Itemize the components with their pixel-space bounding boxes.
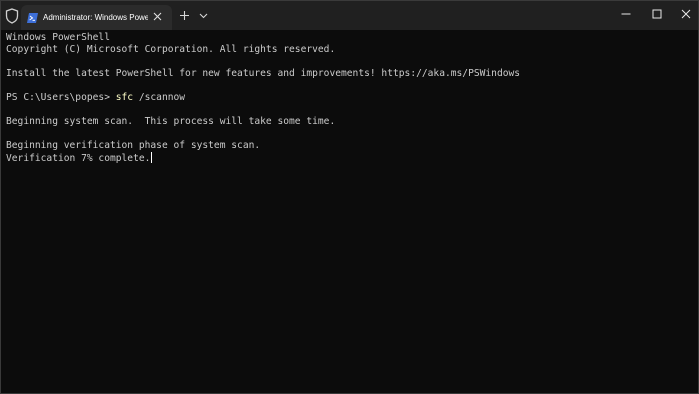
terminal-output[interactable]: Windows PowerShell Copyright (C) Microso… (1, 30, 698, 393)
output-line: Install the latest PowerShell for new fe… (6, 68, 521, 79)
command-line: PS C:\Users\popes> sfc /scannow (6, 92, 698, 104)
output-line: Beginning system scan. This process will… (6, 116, 336, 127)
terminal-window: Administrator: Windows PowerShell (0, 0, 699, 394)
plus-icon[interactable] (179, 10, 190, 21)
maximize-icon (652, 9, 661, 18)
output-line: Beginning verification phase of system s… (6, 140, 261, 151)
command: sfc (115, 92, 134, 103)
close-window-button[interactable] (671, 1, 698, 26)
close-icon[interactable] (153, 12, 162, 21)
prompt: PS C:\Users\popes> (6, 92, 116, 103)
output-line: Copyright (C) Microsoft Corporation. All… (6, 44, 336, 55)
output-line: Windows PowerShell (6, 32, 110, 43)
chevron-down-icon[interactable] (199, 12, 208, 19)
tab-powershell[interactable]: Administrator: Windows PowerShell (21, 5, 172, 30)
tab-title: Administrator: Windows PowerShell (43, 13, 148, 22)
title-bar[interactable]: Administrator: Windows PowerShell (1, 1, 698, 30)
progress-text: Verification 7% complete. (6, 153, 151, 164)
command-args: /scannow (133, 92, 186, 103)
admin-shield-icon (5, 8, 19, 24)
minimize-button[interactable] (611, 1, 640, 26)
maximize-button[interactable] (642, 1, 671, 26)
window-close-icon (681, 9, 690, 18)
progress-line: Verification 7% complete. (6, 152, 698, 164)
text-cursor (151, 152, 153, 163)
minimize-icon (621, 13, 630, 14)
powershell-icon (27, 12, 38, 23)
